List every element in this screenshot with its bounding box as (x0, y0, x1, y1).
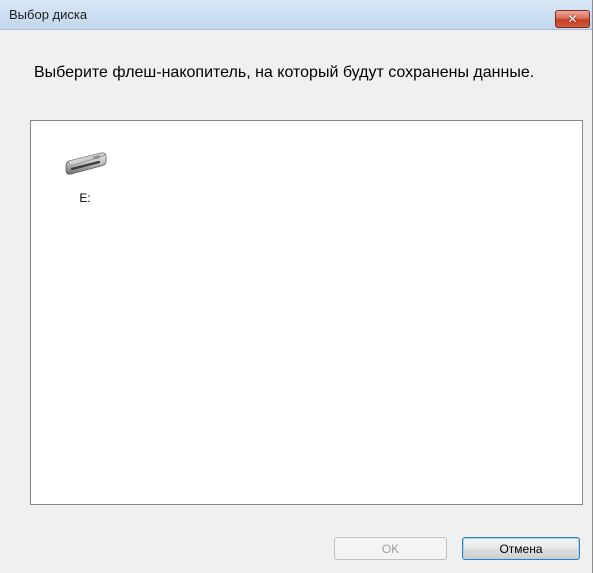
instruction-text: Выберите флеш-накопитель, на который буд… (34, 64, 535, 81)
usb-flash-drive-icon (65, 152, 107, 175)
dialog-window: Выбор диска ✕ Выберите флеш-накопитель, … (0, 0, 593, 573)
close-icon: ✕ (567, 12, 578, 26)
cancel-button[interactable]: Отмена (462, 537, 580, 560)
drive-list[interactable]: E: (30, 120, 583, 505)
drive-label: E: (79, 191, 91, 205)
title-bar[interactable]: Выбор диска ✕ (0, 0, 592, 30)
drive-item-e[interactable]: E: (51, 147, 119, 209)
window-title: Выбор диска (9, 7, 88, 22)
ok-button[interactable]: OK (334, 537, 447, 560)
close-button[interactable]: ✕ (555, 10, 590, 28)
